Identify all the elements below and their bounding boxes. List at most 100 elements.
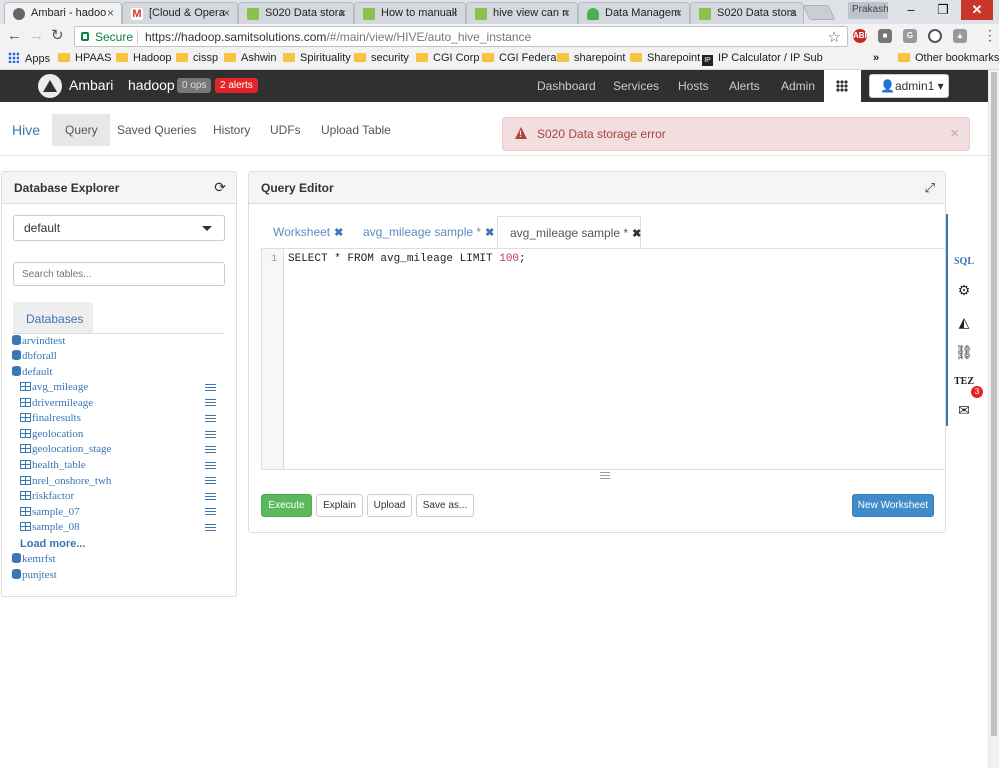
table-item[interactable]: nrel_onshore_twh <box>20 475 111 487</box>
table-item[interactable]: avg_mileage <box>20 381 88 393</box>
bookmark-spirituality[interactable]: Spirituality <box>283 52 351 64</box>
browser-tab-s020-2[interactable]: S020 Data stora × <box>690 2 804 24</box>
db-item[interactable]: kemrfst <box>12 553 56 565</box>
brand-name[interactable]: Ambari <box>69 77 113 93</box>
tab-upload-table[interactable]: Upload Table <box>309 114 403 146</box>
cluster-name[interactable]: hadoop <box>128 77 175 93</box>
list-icon[interactable] <box>205 477 216 486</box>
table-item[interactable]: sample_08 <box>20 521 80 533</box>
db-item[interactable]: arvindtest <box>12 335 65 347</box>
sql-editor[interactable]: 1 SELECT * FROM avg_mileage LIMIT 100; <box>261 248 945 479</box>
user-menu-button[interactable]: 👤admin1 ▾ <box>869 74 949 98</box>
menu-kebab-icon[interactable]: ⋮ <box>983 27 997 44</box>
back-arrow-icon[interactable]: ← <box>7 28 22 44</box>
bookmark-hpaas[interactable]: HPAAS <box>58 52 111 64</box>
list-icon[interactable] <box>205 462 216 471</box>
reload-icon[interactable]: ↻ <box>51 28 64 44</box>
new-tab-button[interactable] <box>802 5 836 20</box>
block-icon[interactable] <box>928 29 942 43</box>
ambari-logo-icon[interactable] <box>38 74 62 98</box>
link-icon[interactable]: ⛓ <box>948 336 980 368</box>
list-icon[interactable] <box>205 508 216 517</box>
db-item[interactable]: default <box>12 366 53 378</box>
extension-icon[interactable]: ▲ <box>953 29 967 43</box>
extension-g-icon[interactable]: G <box>903 29 917 43</box>
forward-arrow-icon[interactable]: → <box>29 28 44 44</box>
list-icon[interactable] <box>205 524 216 533</box>
list-icon[interactable] <box>205 415 216 424</box>
tab-saved-queries[interactable]: Saved Queries <box>105 114 208 146</box>
table-item[interactable]: geolocation <box>20 428 83 440</box>
close-tab-icon[interactable]: × <box>339 6 346 20</box>
browser-tab-cloud[interactable]: M [Cloud & Opera × <box>122 2 238 24</box>
extension-icon[interactable]: ■ <box>878 29 892 43</box>
close-tab-icon[interactable]: × <box>451 6 458 20</box>
new-worksheet-button[interactable]: New Worksheet <box>852 494 934 517</box>
save-as-button[interactable]: Save as... <box>416 494 474 517</box>
bookmark-apps[interactable]: Apps <box>8 52 50 65</box>
tab-databases[interactable]: Databases <box>13 302 93 334</box>
restore-icon[interactable]: ❐ <box>927 0 959 20</box>
bookmark-cgi-corp[interactable]: CGI Corp <box>416 52 479 64</box>
envelope-icon[interactable]: ✉ 3 <box>948 386 983 426</box>
bookmark-cgi-federal[interactable]: CGI Federal <box>482 52 559 64</box>
bookmark-cissp[interactable]: cissp <box>176 52 218 64</box>
tab-udfs[interactable]: UDFs <box>258 114 313 146</box>
bookmark-sharepoint-2[interactable]: Sharepoint <box>630 52 700 64</box>
table-item[interactable]: finalresults <box>20 412 81 424</box>
browser-tab-ambari[interactable]: Ambari - hadoo × <box>4 2 122 24</box>
close-tab-icon[interactable]: ✖ <box>632 228 641 240</box>
tab-worksheet[interactable]: Worksheet ✖ <box>261 216 351 248</box>
browser-tab-s020[interactable]: S020 Data stora × <box>238 2 354 24</box>
adblock-icon[interactable]: ABP <box>853 29 870 43</box>
db-item[interactable]: punjtest <box>12 569 57 581</box>
upload-button[interactable]: Upload <box>367 494 412 517</box>
table-item[interactable]: drivermileage <box>20 397 93 409</box>
page-scrollbar[interactable] <box>988 70 999 768</box>
list-icon[interactable] <box>205 399 216 408</box>
table-item[interactable]: sample_07 <box>20 506 80 518</box>
views-menu-button[interactable] <box>824 70 861 102</box>
close-tab-icon[interactable]: ✖ <box>334 227 343 239</box>
bookmark-sharepoint[interactable]: sharepoint <box>557 52 625 64</box>
nav-services[interactable]: Services <box>613 79 659 93</box>
list-icon[interactable] <box>205 431 216 440</box>
url-input[interactable]: Secure https://hadoop.samitsolutions.com… <box>74 26 848 47</box>
bookmark-ip-calculator[interactable]: IP IP Calculator / IP Sub <box>702 52 823 66</box>
close-tab-icon[interactable]: × <box>223 6 230 20</box>
bookmark-security[interactable]: security <box>354 52 409 64</box>
window-close-icon[interactable]: ✕ <box>961 0 993 20</box>
hive-title[interactable]: Hive <box>0 114 54 146</box>
explain-button[interactable]: Explain <box>316 494 363 517</box>
list-icon[interactable] <box>205 384 216 393</box>
profile-name[interactable]: Prakash <box>848 2 889 19</box>
load-more-link[interactable]: Load more... <box>20 538 85 550</box>
nav-hosts[interactable]: Hosts <box>678 79 709 93</box>
tab-query[interactable]: Query <box>53 114 110 146</box>
nav-alerts[interactable]: Alerts <box>729 79 760 93</box>
close-tab-icon[interactable]: × <box>563 6 570 20</box>
refresh-icon[interactable]: ⟳ <box>214 179 226 196</box>
tab-history[interactable]: History <box>201 114 262 146</box>
browser-tab-how-to[interactable]: How to manuall × <box>354 2 466 24</box>
close-tab-icon[interactable]: × <box>789 6 796 20</box>
table-item[interactable]: riskfactor <box>20 490 74 502</box>
minimize-icon[interactable]: – <box>895 0 927 20</box>
close-alert-icon[interactable]: × <box>950 125 959 142</box>
db-item[interactable]: dbforall <box>12 350 57 362</box>
alerts-badge[interactable]: 2 alerts <box>215 78 258 93</box>
scrollbar-thumb[interactable] <box>991 72 997 736</box>
bookmark-hadoop[interactable]: Hadoop <box>116 52 172 64</box>
database-select[interactable]: default <box>13 215 225 241</box>
gear-icon[interactable]: ⚙ <box>948 274 980 306</box>
nav-dashboard[interactable]: Dashboard <box>537 79 596 93</box>
tab-avg-mileage-sample[interactable]: avg_mileage sample * ✖ <box>351 216 497 248</box>
more-bookmarks-chevron[interactable]: » <box>873 52 879 64</box>
ops-badge[interactable]: 0 ops <box>177 78 212 93</box>
browser-tab-data-mgmt[interactable]: Data Managem × <box>578 2 690 24</box>
list-icon[interactable] <box>205 493 216 502</box>
close-tab-icon[interactable]: × <box>675 6 682 20</box>
close-tab-icon[interactable]: × <box>107 6 114 20</box>
bookmark-star-icon[interactable]: ☆ <box>828 28 841 46</box>
nav-admin[interactable]: Admin <box>781 79 815 93</box>
